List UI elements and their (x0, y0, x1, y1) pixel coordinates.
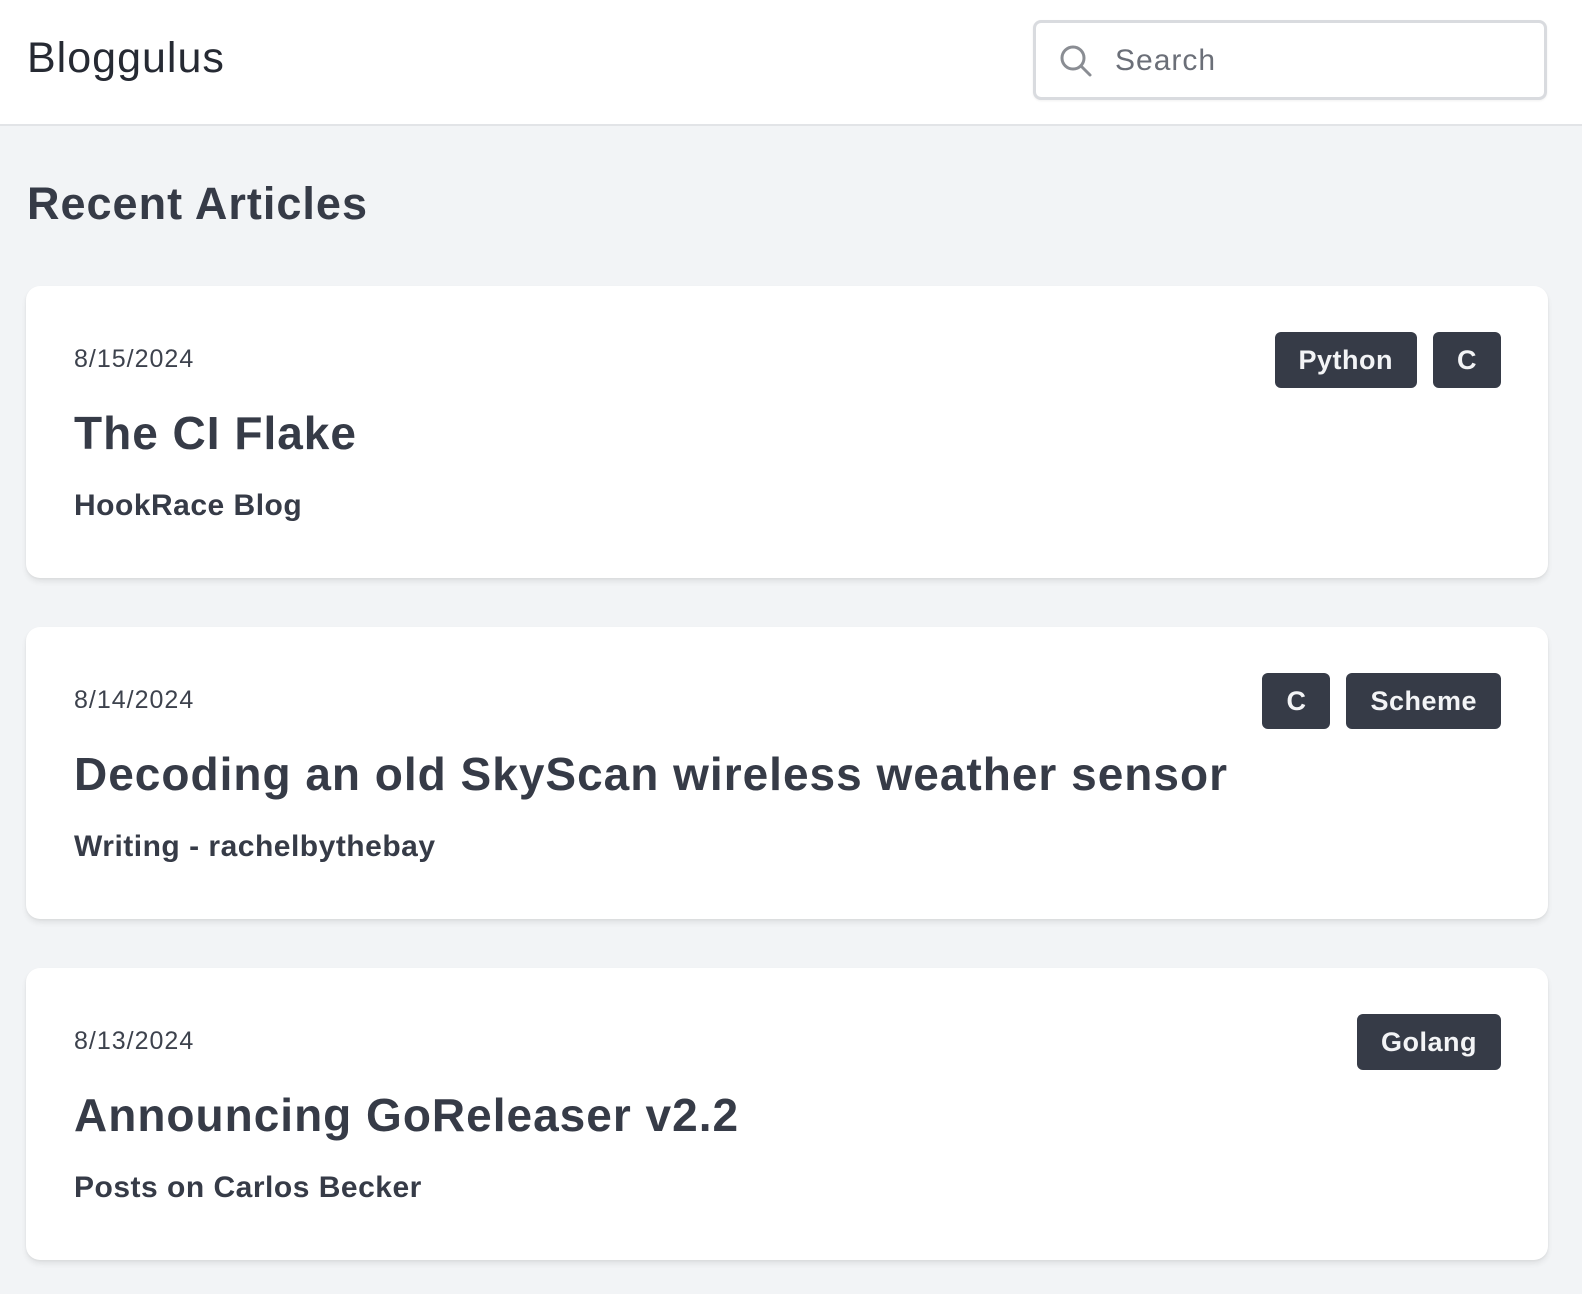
search-input[interactable] (1113, 35, 1537, 87)
article-tags: Golang (1357, 1014, 1501, 1070)
article-title[interactable]: Decoding an old SkyScan wireless weather… (74, 747, 1228, 801)
article-card[interactable]: 8/14/2024 C Scheme Decoding an old SkySc… (26, 627, 1548, 919)
tag-badge[interactable]: Python (1274, 332, 1417, 388)
section-title: Recent Articles (27, 178, 368, 229)
brand-logo-link[interactable]: Bloggulus (27, 34, 225, 83)
tag-badge[interactable]: C (1433, 332, 1501, 388)
article-title[interactable]: Announcing GoReleaser v2.2 (74, 1088, 739, 1142)
article-date: 8/13/2024 (74, 1027, 195, 1055)
tag-badge[interactable]: Golang (1357, 1014, 1501, 1070)
article-card[interactable]: 8/15/2024 Python C The CI Flake HookRace… (26, 286, 1548, 578)
article-source[interactable]: Posts on Carlos Becker (74, 1171, 422, 1205)
article-tags: Python C (1274, 332, 1501, 388)
tag-badge[interactable]: Scheme (1346, 673, 1501, 729)
article-tags: C Scheme (1262, 673, 1501, 729)
article-title[interactable]: The CI Flake (74, 406, 357, 460)
search-icon (1060, 45, 1092, 77)
article-date: 8/15/2024 (74, 345, 195, 373)
article-date: 8/14/2024 (74, 686, 195, 714)
search-box[interactable] (1033, 20, 1547, 100)
article-source[interactable]: HookRace Blog (74, 489, 302, 523)
top-navbar: Bloggulus (0, 0, 1582, 126)
tag-badge[interactable]: C (1262, 673, 1331, 729)
article-source[interactable]: Writing - rachelbythebay (74, 830, 436, 864)
article-card[interactable]: 8/13/2024 Golang Announcing GoReleaser v… (26, 968, 1548, 1260)
